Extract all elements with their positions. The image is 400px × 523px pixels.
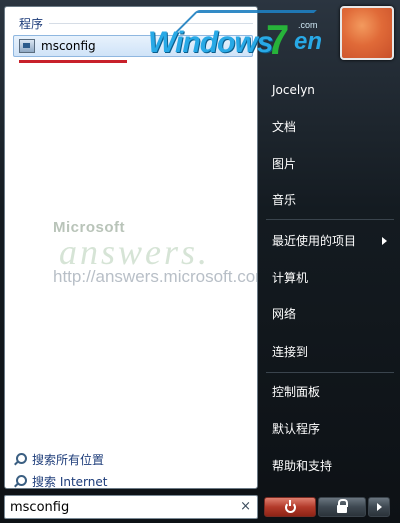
watermark-url: http://answers.microsoft.com — [53, 267, 258, 286]
start-menu: 程序 msconfig Microsoft answers. http://an… — [0, 0, 400, 523]
submenu-arrow-icon — [382, 237, 387, 245]
msconfig-app-icon — [19, 39, 35, 53]
menu-item-recent-items[interactable]: 最近使用的项目 — [272, 232, 356, 250]
menu-item-control-panel[interactable]: 控制面板 — [272, 383, 320, 401]
lock-button[interactable] — [318, 497, 366, 517]
programs-pane: 程序 msconfig Microsoft answers. http://an… — [4, 6, 258, 489]
search-everywhere-label: 搜索所有位置 — [32, 452, 105, 467]
programs-header: 程序 — [19, 17, 44, 31]
search-internet-link[interactable]: 搜索 Internet — [13, 472, 108, 489]
menu-item-network[interactable]: 网络 — [272, 305, 296, 323]
lock-icon — [337, 499, 348, 513]
menu-item-default-programs[interactable]: 默认程序 — [272, 420, 320, 438]
menu-item-pictures[interactable]: 图片 — [272, 155, 296, 173]
menu-separator — [266, 372, 394, 373]
logo-suffix: en — [294, 28, 323, 55]
clear-search-button[interactable]: × — [240, 499, 251, 514]
start-search-box: × — [4, 495, 258, 519]
logo-text: Windows — [148, 26, 273, 59]
search-icon — [13, 452, 27, 466]
red-highlight-underline — [19, 60, 127, 63]
menu-separator — [266, 219, 394, 220]
logo-seven: 7 — [266, 16, 290, 63]
windows7en-logo: Windows 7 .com en — [148, 10, 336, 66]
shutdown-options-button[interactable] — [368, 497, 390, 517]
search-internet-label: 搜索 Internet — [32, 474, 108, 489]
menu-item-help-support[interactable]: 帮助和支持 — [272, 457, 332, 475]
search-input[interactable] — [10, 499, 230, 515]
program-label: msconfig — [41, 39, 96, 53]
menu-item-computer[interactable]: 计算机 — [272, 269, 308, 287]
power-icon — [284, 499, 296, 513]
search-icon — [13, 474, 27, 488]
shutdown-button[interactable] — [264, 497, 316, 517]
user-picture-avatar[interactable] — [340, 6, 394, 60]
menu-item-documents[interactable]: 文档 — [272, 118, 296, 136]
menu-item-music[interactable]: 音乐 — [272, 191, 296, 209]
menu-item-connect-to[interactable]: 连接到 — [272, 343, 308, 361]
search-everywhere-link[interactable]: 搜索所有位置 — [13, 450, 104, 468]
menu-item-user[interactable]: Jocelyn — [272, 81, 315, 99]
